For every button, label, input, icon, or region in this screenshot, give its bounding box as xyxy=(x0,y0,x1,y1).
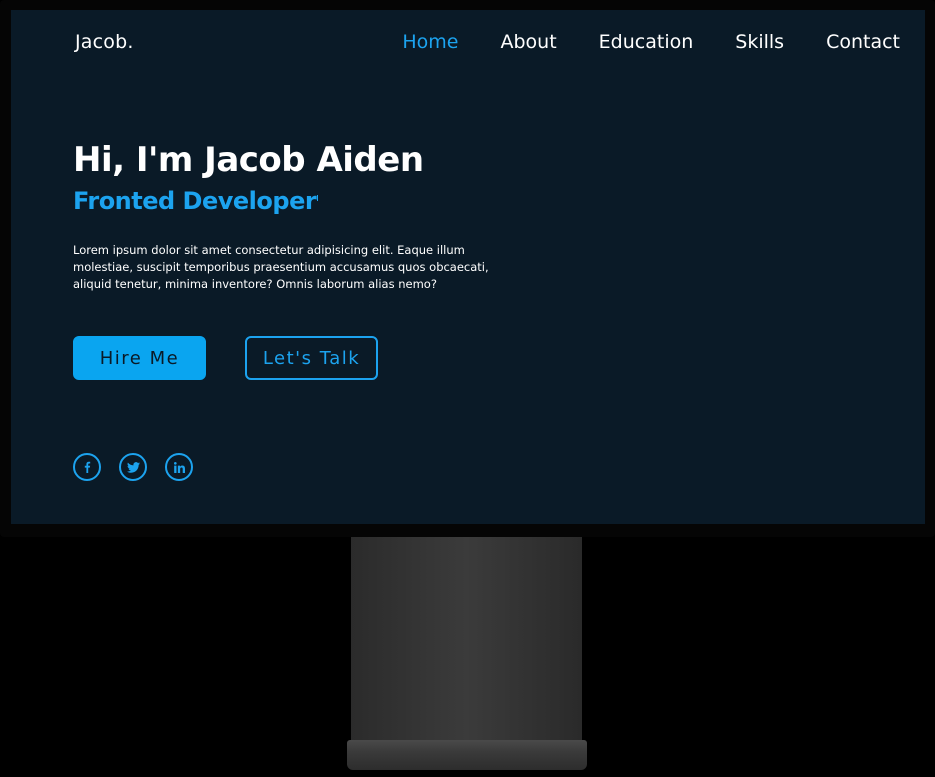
hero-subtitle-text: Fronted Developer xyxy=(73,187,317,215)
main-nav: Home About Education Skills Contact xyxy=(360,31,900,53)
hire-me-button[interactable]: Hire Me xyxy=(73,336,206,380)
typing-cursor xyxy=(317,195,319,201)
facebook-icon[interactable] xyxy=(73,453,101,481)
nav-link-education[interactable]: Education xyxy=(599,31,694,53)
nav-link-home[interactable]: Home xyxy=(402,31,458,53)
monitor-stand-base xyxy=(347,740,587,770)
hero-title: Hi, I'm Jacob Aiden xyxy=(73,140,424,180)
nav-link-about[interactable]: About xyxy=(500,31,556,53)
linkedin-icon[interactable] xyxy=(165,453,193,481)
facebook-glyph xyxy=(84,461,91,473)
site-logo[interactable]: Jacob. xyxy=(75,31,134,53)
linkedin-glyph xyxy=(173,461,185,473)
monitor-frame: Jacob. Home About Education Skills Conta… xyxy=(0,0,935,537)
website-screen: Jacob. Home About Education Skills Conta… xyxy=(11,10,925,524)
nav-link-contact[interactable]: Contact xyxy=(826,31,900,53)
hero-subtitle: Fronted Developer xyxy=(73,187,319,215)
hero-description: Lorem ipsum dolor sit amet consectetur a… xyxy=(73,243,489,291)
social-links xyxy=(73,453,211,481)
monitor-stand-neck xyxy=(351,537,582,747)
twitter-glyph xyxy=(126,461,140,473)
lets-talk-button[interactable]: Let's Talk xyxy=(245,336,378,380)
nav-link-skills[interactable]: Skills xyxy=(735,31,784,53)
twitter-icon[interactable] xyxy=(119,453,147,481)
